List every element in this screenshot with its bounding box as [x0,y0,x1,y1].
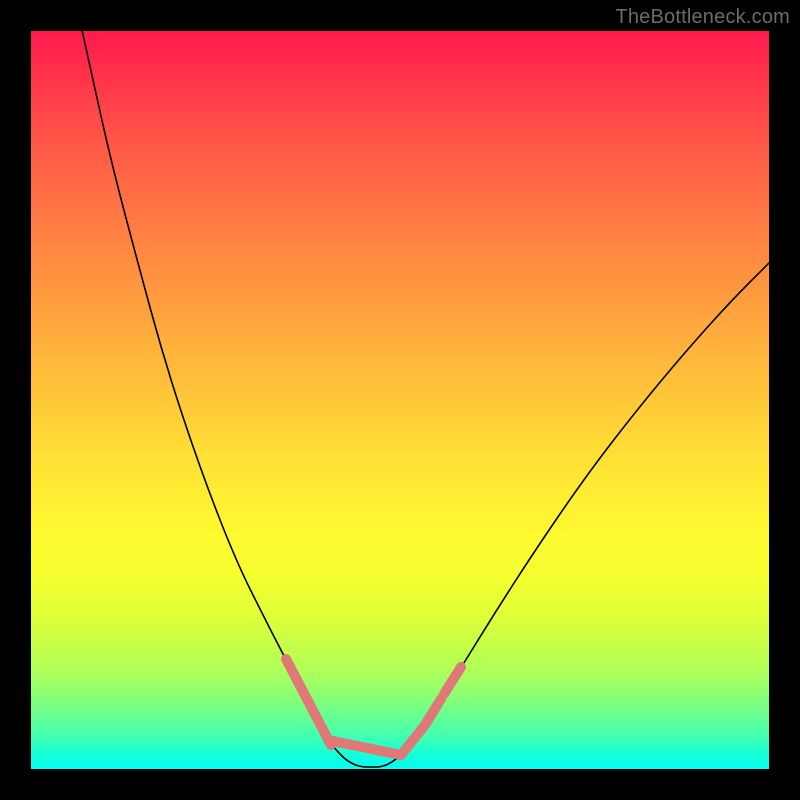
watermark-text: TheBottleneck.com [615,6,790,29]
highlight-segment [444,667,461,694]
highlight-segment [401,725,425,755]
bottleneck-curve [80,21,769,767]
highlight-segment [425,699,441,725]
chart-frame: TheBottleneck.com [0,0,800,800]
plot-area [31,31,769,769]
chart-svg [31,31,769,769]
highlight-segments [286,659,461,755]
highlight-segment [286,659,331,745]
